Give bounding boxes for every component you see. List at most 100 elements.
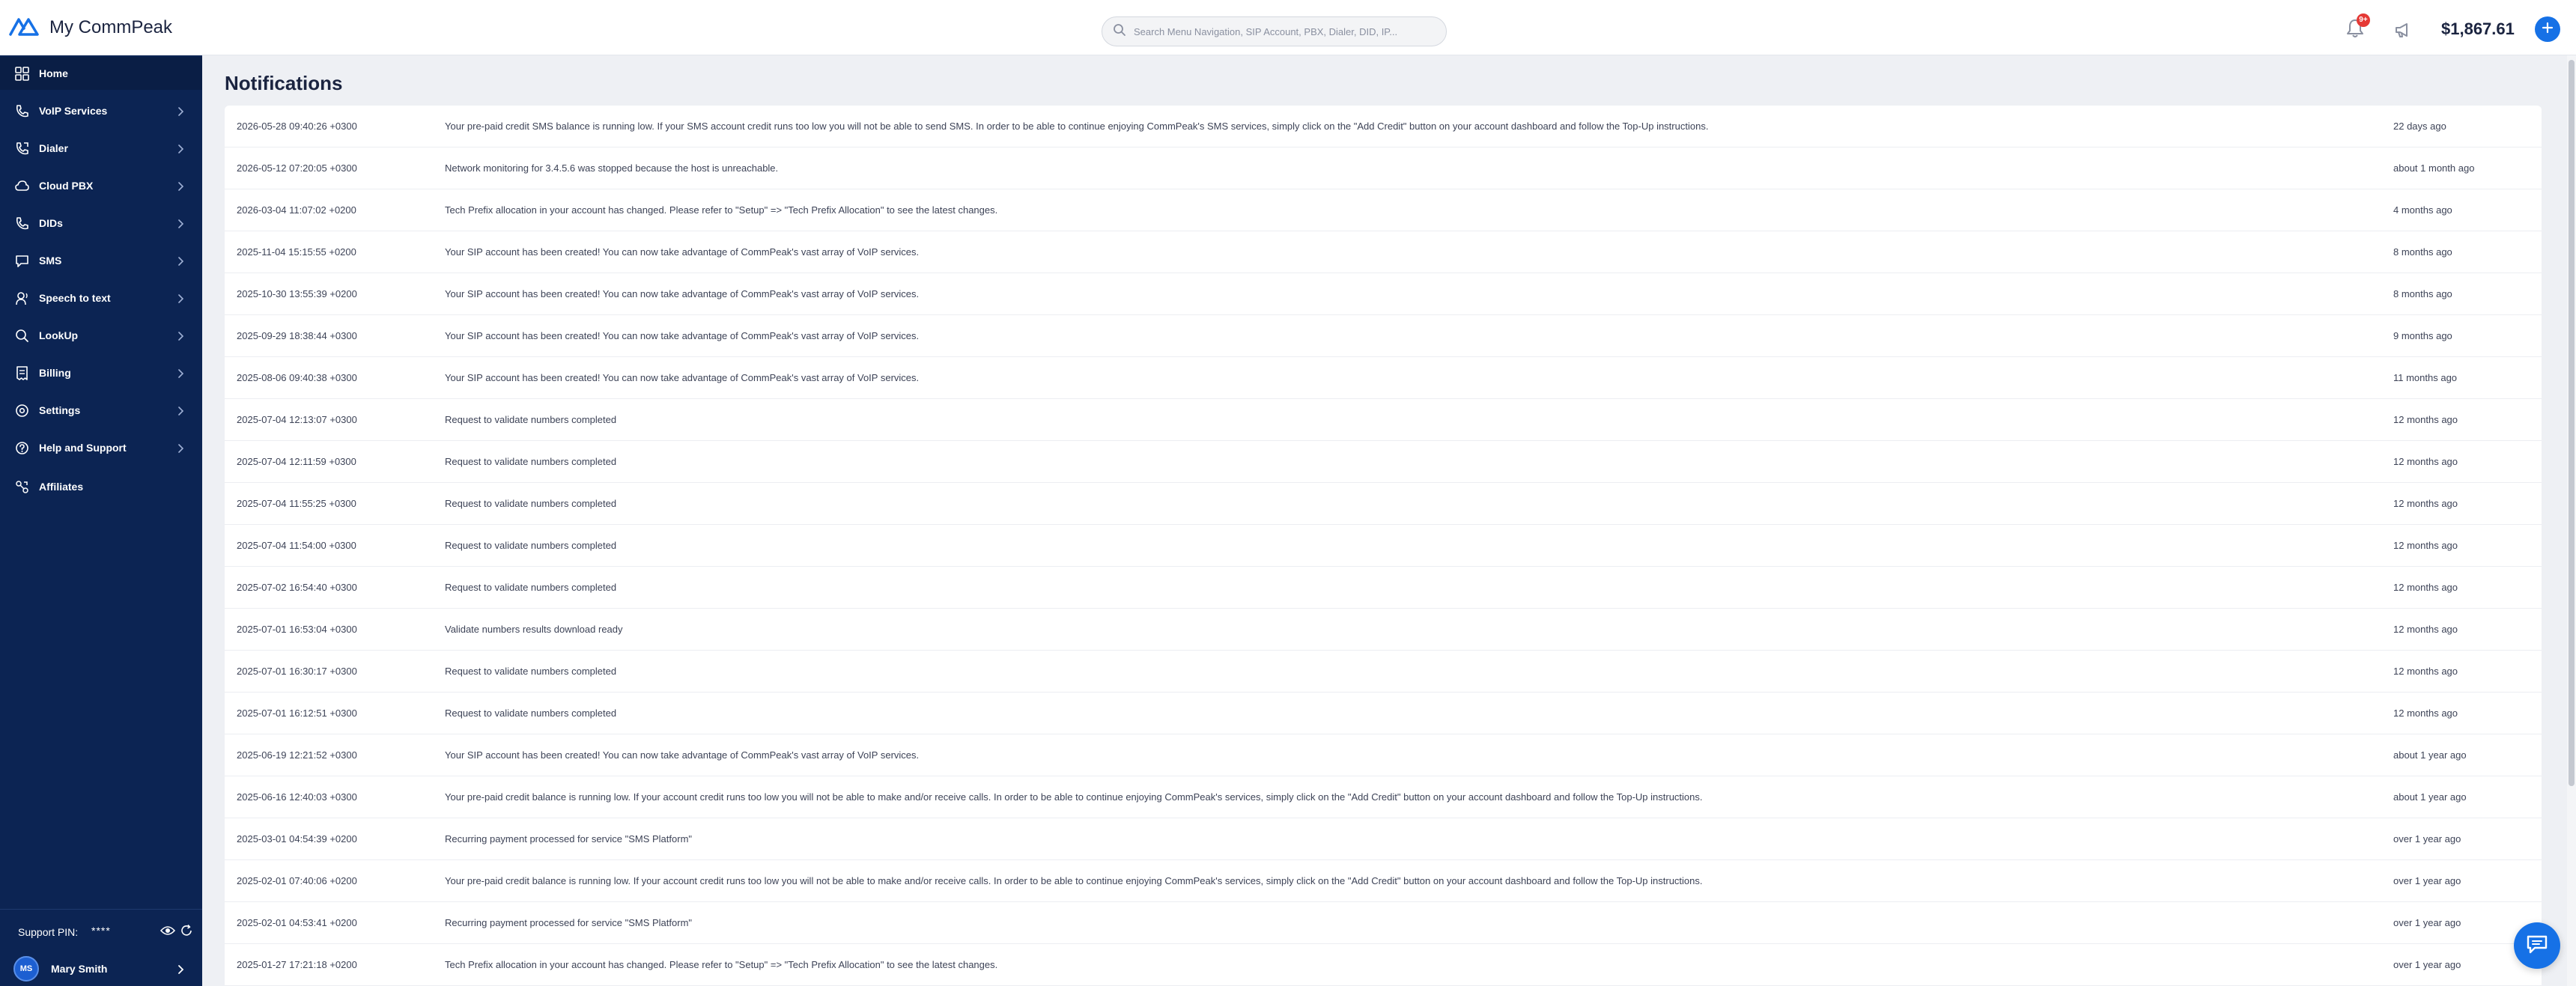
sidebar-item-label: LookUp bbox=[39, 329, 79, 341]
sidebar-item-label: Help and Support bbox=[39, 442, 127, 454]
notification-age: over 1 year ago bbox=[2393, 917, 2461, 928]
notification-count-badge: 9+ bbox=[2357, 13, 2370, 27]
notification-row[interactable]: 2025-07-04 12:13:07 +0300 Request to vali… bbox=[225, 399, 2542, 441]
chevron-right-icon bbox=[177, 368, 184, 378]
notification-row[interactable]: 2025-07-01 16:53:04 +0300 Validate number… bbox=[225, 609, 2542, 651]
notification-age: 8 months ago bbox=[2393, 246, 2452, 258]
sidebar-item-voip-services[interactable]: VoIP Services bbox=[0, 94, 202, 127]
sidebar-item-label: SMS bbox=[39, 255, 62, 267]
scrollbar-thumb[interactable] bbox=[2569, 60, 2575, 786]
megaphone-icon bbox=[2393, 23, 2413, 43]
page-title: Notifications bbox=[225, 72, 343, 94]
sidebar-item-affiliates[interactable]: Affiliates bbox=[0, 470, 202, 503]
notification-row[interactable]: 2025-11-04 15:15:55 +0200 Your SIP accoun… bbox=[225, 231, 2542, 273]
notification-message: Recurring payment processed for service … bbox=[445, 917, 693, 928]
notification-date: 2025-07-02 16:54:40 +0300 bbox=[237, 582, 357, 593]
notification-date: 2025-10-30 13:55:39 +0200 bbox=[237, 288, 357, 299]
notification-row[interactable]: 2026-05-12 07:20:05 +0300 Network monitor… bbox=[225, 147, 2542, 189]
chevron-right-icon bbox=[177, 331, 184, 341]
page-scrollbar[interactable] bbox=[2567, 55, 2576, 986]
bell-icon bbox=[2345, 19, 2365, 42]
sidebar-item-label: Affiliates bbox=[39, 481, 84, 493]
notification-date: 2026-05-28 09:40:26 +0300 bbox=[237, 121, 357, 132]
notification-date: 2026-05-12 07:20:05 +0300 bbox=[237, 162, 357, 174]
notification-row[interactable]: 2025-06-19 12:21:52 +0300 Your SIP accoun… bbox=[225, 734, 2542, 776]
notification-row[interactable]: 2026-03-04 11:07:02 +0200 Tech Prefix all… bbox=[225, 189, 2542, 231]
notification-date: 2025-07-04 11:54:00 +0300 bbox=[237, 540, 356, 551]
affiliates-icon bbox=[15, 480, 29, 494]
sidebar: Home VoIP Services Dialer Cloud PBX DIDs bbox=[0, 55, 202, 986]
sidebar-item-label: Speech to text bbox=[39, 292, 111, 304]
avatar: MS bbox=[13, 956, 39, 982]
top-bar: My CommPeak 9+ $1,867.61 bbox=[0, 0, 2576, 55]
notification-age: over 1 year ago bbox=[2393, 833, 2461, 845]
notification-message: Recurring payment processed for service … bbox=[445, 833, 693, 845]
notification-age: 4 months ago bbox=[2393, 204, 2452, 216]
brand[interactable]: My CommPeak bbox=[9, 15, 172, 40]
notification-message: Request to validate numbers completed bbox=[445, 414, 617, 425]
notification-age: over 1 year ago bbox=[2393, 959, 2461, 970]
chevron-right-icon bbox=[177, 406, 184, 416]
notification-row[interactable]: 2025-07-04 11:54:00 +0300 Request to vali… bbox=[225, 525, 2542, 567]
chevron-right-icon bbox=[177, 256, 184, 266]
sidebar-item-help-and-support[interactable]: Help and Support bbox=[0, 431, 202, 464]
search-input[interactable] bbox=[1134, 25, 1433, 37]
notification-date: 2025-07-04 12:11:59 +0300 bbox=[237, 456, 356, 467]
notification-row[interactable]: 2025-08-06 09:40:38 +0300 Your SIP accoun… bbox=[225, 357, 2542, 399]
refresh-icon[interactable] bbox=[180, 924, 193, 937]
notification-date: 2025-02-01 07:40:06 +0200 bbox=[237, 875, 357, 886]
notification-row[interactable]: 2025-07-04 11:55:25 +0300 Request to vali… bbox=[225, 483, 2542, 525]
announcements-button[interactable] bbox=[2393, 20, 2413, 40]
notification-row[interactable]: 2025-09-29 18:38:44 +0300 Your SIP accoun… bbox=[225, 315, 2542, 357]
notification-row[interactable]: 2025-01-27 17:21:18 +0200 Tech Prefix all… bbox=[225, 944, 2542, 986]
sidebar-item-lookup[interactable]: LookUp bbox=[0, 319, 202, 352]
user-menu[interactable]: MS Mary Smith bbox=[13, 956, 193, 983]
notification-message: Request to validate numbers completed bbox=[445, 707, 617, 719]
notification-row[interactable]: 2025-10-30 13:55:39 +0200 Your SIP accoun… bbox=[225, 273, 2542, 315]
notification-date: 2025-07-01 16:30:17 +0300 bbox=[237, 666, 357, 677]
notification-age: 9 months ago bbox=[2393, 330, 2452, 341]
sidebar-footer: Support PIN: **** MS Mary Smith bbox=[0, 909, 202, 986]
notification-row[interactable]: 2025-07-01 16:30:17 +0300 Request to vali… bbox=[225, 651, 2542, 693]
chevron-right-icon bbox=[177, 219, 184, 228]
sidebar-item-settings[interactable]: Settings bbox=[0, 394, 202, 427]
did-phone-icon bbox=[15, 216, 29, 231]
notification-message: Your SIP account has been created! You c… bbox=[445, 330, 920, 341]
chat-icon bbox=[2526, 934, 2548, 958]
sidebar-item-dialer[interactable]: Dialer bbox=[0, 132, 202, 165]
sidebar-item-label: Cloud PBX bbox=[39, 180, 94, 192]
help-icon bbox=[15, 441, 29, 455]
notification-age: 8 months ago bbox=[2393, 288, 2452, 299]
quick-add-button[interactable] bbox=[2535, 16, 2560, 42]
global-search[interactable] bbox=[1102, 16, 1447, 46]
notifications-button[interactable]: 9+ bbox=[2345, 13, 2370, 42]
notification-row[interactable]: 2025-02-01 07:40:06 +0200 Your pre-paid c… bbox=[225, 860, 2542, 902]
sidebar-item-sms[interactable]: SMS bbox=[0, 244, 202, 277]
dialer-phone-icon bbox=[15, 141, 29, 156]
notification-date: 2025-02-01 04:53:41 +0200 bbox=[237, 917, 357, 928]
notification-date: 2025-07-04 11:55:25 +0300 bbox=[237, 498, 356, 509]
sidebar-item-cloud-pbx[interactable]: Cloud PBX bbox=[0, 169, 202, 202]
sidebar-item-dids[interactable]: DIDs bbox=[0, 207, 202, 240]
notification-row[interactable]: 2025-06-16 12:40:03 +0300 Your pre-paid c… bbox=[225, 776, 2542, 818]
notification-row[interactable]: 2025-07-02 16:54:40 +0300 Request to vali… bbox=[225, 567, 2542, 609]
support-chat-button[interactable] bbox=[2514, 922, 2560, 969]
notification-row[interactable]: 2025-02-01 04:53:41 +0200 Recurring payme… bbox=[225, 902, 2542, 944]
sidebar-item-label: DIDs bbox=[39, 217, 63, 229]
notification-date: 2025-06-16 12:40:03 +0300 bbox=[237, 791, 357, 803]
search-icon bbox=[1113, 23, 1126, 40]
sidebar-item-home[interactable]: Home bbox=[0, 57, 202, 90]
sidebar-item-speech-to-text[interactable]: Speech to text bbox=[0, 282, 202, 314]
notification-row[interactable]: 2025-07-04 12:11:59 +0300 Request to vali… bbox=[225, 441, 2542, 483]
sidebar-item-billing[interactable]: Billing bbox=[0, 356, 202, 389]
support-pin-value: **** bbox=[91, 925, 111, 937]
notifications-list: 2026-05-28 09:40:26 +0300 Your pre-paid c… bbox=[225, 106, 2542, 986]
notification-row[interactable]: 2026-05-28 09:40:26 +0300 Your pre-paid c… bbox=[225, 106, 2542, 147]
notification-date: 2025-09-29 18:38:44 +0300 bbox=[237, 330, 357, 341]
notification-age: 12 months ago bbox=[2393, 582, 2458, 593]
notification-date: 2025-01-27 17:21:18 +0200 bbox=[237, 959, 357, 970]
notification-row[interactable]: 2025-07-01 16:12:51 +0300 Request to vali… bbox=[225, 693, 2542, 734]
notification-row[interactable]: 2025-03-01 04:54:39 +0200 Recurring payme… bbox=[225, 818, 2542, 860]
account-balance[interactable]: $1,867.61 bbox=[2441, 19, 2515, 39]
eye-icon[interactable] bbox=[160, 925, 176, 937]
